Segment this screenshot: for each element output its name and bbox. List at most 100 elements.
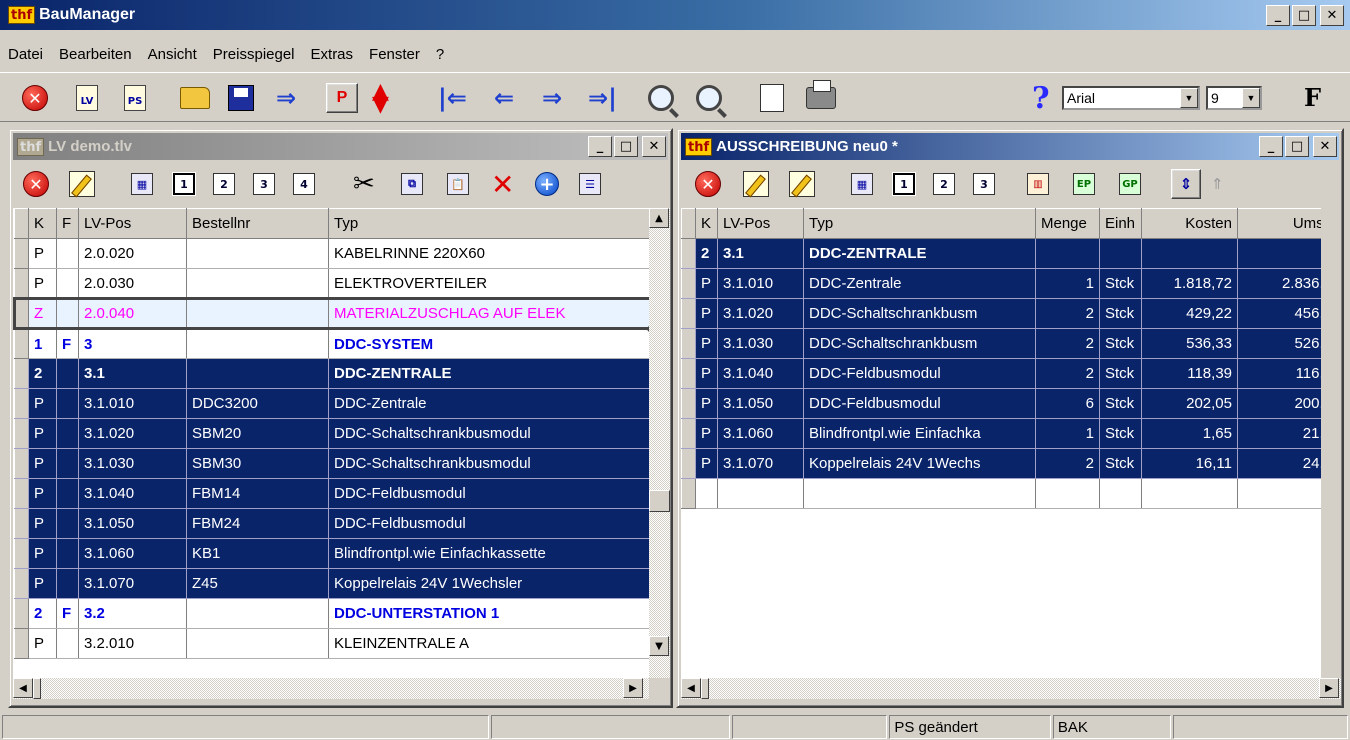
as-cell-umsatz[interactable]: 526,8 xyxy=(1237,328,1321,359)
edit-all-button[interactable] xyxy=(789,169,815,199)
as-row[interactable]: P 3.1.070 Koppelrelais 24V 1Wechs 2 Stck 16,1… xyxy=(681,448,1321,479)
lv-cell-best[interactable]: KB1 xyxy=(186,538,329,569)
lv-cell-k[interactable]: P xyxy=(28,508,57,539)
as-row[interactable]: P3.1.010DDC-Zentrale1Stck1.818,722.836,4 xyxy=(681,268,1321,299)
row-selector[interactable] xyxy=(681,418,696,449)
column-header-bestellnr[interactable]: Bestellnr xyxy=(186,208,329,239)
lv-cell-k[interactable]: 2 xyxy=(28,358,57,389)
expand-button[interactable]: ⇕ xyxy=(1171,169,1201,199)
help-button[interactable]: ? xyxy=(1032,81,1050,116)
lv-row[interactable]: P 2.0.020 KABELRINNE 220X60 xyxy=(14,238,649,269)
lv-cell-f[interactable] xyxy=(56,298,79,329)
lv-cell-pos[interactable]: 3.1.040 xyxy=(78,478,187,509)
column-header-f[interactable]: F xyxy=(56,208,79,239)
lv-cell-k[interactable]: 1 xyxy=(28,328,57,359)
lv-cell-pos[interactable]: 3 xyxy=(78,328,187,359)
as-cell-pos[interactable]: 3.1.040 xyxy=(717,358,804,389)
lv-cell-pos[interactable]: 3.1.070 xyxy=(78,568,187,599)
minimize-button[interactable]: _ xyxy=(1259,136,1283,157)
column-header-k[interactable]: K xyxy=(695,208,718,239)
lv-cell-typ[interactable]: DDC-SYSTEM xyxy=(328,328,649,359)
as-cell-umsatz[interactable]: 21,7 xyxy=(1237,418,1321,449)
as-cell-typ[interactable]: DDC-Schaltschrankbusm xyxy=(803,298,1036,329)
as-row[interactable]: P 3.1.030 DDC-Schaltschrankbusm 2 Stck 536,33… xyxy=(681,328,1321,359)
close-button[interactable]: ✕ xyxy=(1313,136,1337,157)
cut-button[interactable]: ✂ xyxy=(353,169,375,199)
search-next-button[interactable] xyxy=(696,83,722,113)
as-cell-pos[interactable]: 3.1 xyxy=(717,238,804,269)
lv-cell-best[interactable]: SBM20 xyxy=(186,418,329,449)
scroll-left-icon[interactable]: ◀ xyxy=(681,678,701,698)
row-selector[interactable] xyxy=(14,448,29,479)
as-cell-typ[interactable] xyxy=(803,478,1036,509)
lv-cell-best[interactable] xyxy=(186,628,329,659)
p-toggle-button[interactable]: P xyxy=(326,83,358,113)
as-cell-typ[interactable]: DDC-Schaltschrankbusm xyxy=(803,328,1036,359)
lv-row[interactable]: P 3.1.030 SBM30 DDC-Schaltschrankbusmodul xyxy=(14,448,649,479)
lv-cell-pos[interactable]: 2.0.040 xyxy=(78,298,187,329)
lv-cell-pos[interactable]: 3.1.010 xyxy=(78,388,187,419)
lv-row[interactable]: P 3.1.070 Z45 Koppelrelais 24V 1Wechsler xyxy=(14,568,649,599)
as-cell-umsatz[interactable] xyxy=(1237,238,1321,269)
copy-button[interactable]: ⧉ xyxy=(401,169,423,199)
maximize-button[interactable]: □ xyxy=(1292,5,1316,26)
delete-button[interactable]: ✕ xyxy=(491,168,514,201)
as-cell-typ[interactable]: DDC-ZENTRALE xyxy=(803,238,1036,269)
as-cell-typ[interactable]: DDC-Feldbusmodul xyxy=(803,388,1036,419)
as-cell-k[interactable]: 2 xyxy=(695,238,718,269)
ausschreibung-hscroll-thumb[interactable] xyxy=(701,678,709,699)
scroll-right-icon[interactable]: ▶ xyxy=(1319,678,1339,698)
ep-button[interactable]: EP xyxy=(1073,169,1095,199)
as-cell-pos[interactable]: 3.1.030 xyxy=(717,328,804,359)
lv-cell-best[interactable] xyxy=(186,598,329,629)
as-cell-pos[interactable]: 3.1.020 xyxy=(717,298,804,329)
chevron-down-icon[interactable]: ▼ xyxy=(1242,88,1260,108)
row-selector[interactable] xyxy=(681,478,696,509)
as-cell-kosten[interactable]: 1.818,72 xyxy=(1141,268,1238,299)
lv-cell-typ[interactable]: Koppelrelais 24V 1Wechsler xyxy=(328,568,649,599)
lv-row[interactable]: P 3.1.050 FBM24 DDC-Feldbusmodul xyxy=(14,508,649,539)
as-row[interactable]: 2 3.1 DDC-ZENTRALE xyxy=(681,238,1321,269)
row-selector[interactable] xyxy=(681,448,696,479)
row-selector[interactable] xyxy=(14,508,29,539)
lv-cell-best[interactable]: FBM14 xyxy=(186,478,329,509)
minimize-button[interactable]: _ xyxy=(588,136,612,157)
as-cell-menge[interactable]: 1 xyxy=(1035,268,1100,299)
lv-row[interactable]: P 3.1.020 SBM20 DDC-Schaltschrankbusmodul xyxy=(14,418,649,449)
lv-cell-pos[interactable]: 2.0.020 xyxy=(78,238,187,269)
lv-cell-typ[interactable]: DDC-Schaltschrankbusmodul xyxy=(328,418,649,449)
lv-cell-k[interactable]: P xyxy=(28,448,57,479)
as-row[interactable]: P3.1.040DDC-Feldbusmodul2Stck118,39116,6 xyxy=(681,358,1321,389)
row-selector[interactable] xyxy=(14,328,29,359)
close-button[interactable]: ✕ xyxy=(642,136,666,157)
menu-help[interactable]: ? xyxy=(434,46,446,63)
maximize-button[interactable]: □ xyxy=(614,136,638,157)
collapse-button[interactable]: ⇑ xyxy=(1211,169,1224,199)
as-cell-menge[interactable]: 6 xyxy=(1035,388,1100,419)
cancel-button[interactable]: ✕ xyxy=(23,169,49,199)
row-selector[interactable] xyxy=(14,388,29,419)
add-button[interactable]: + xyxy=(535,169,559,199)
row-selector[interactable] xyxy=(681,358,696,389)
lv-horizontal-scrollbar[interactable]: ◀ ▶ xyxy=(13,678,649,699)
paste-button[interactable]: 📋 xyxy=(447,169,469,199)
search-button[interactable] xyxy=(648,83,674,113)
lv-row[interactable]: P 3.1.010 DDC3200 DDC-Zentrale xyxy=(14,388,649,419)
forward-arrow-button[interactable]: ⇒ xyxy=(276,83,296,113)
row-selector[interactable] xyxy=(681,388,696,419)
row-selector[interactable] xyxy=(681,238,696,269)
as-cell-umsatz[interactable]: 2.836,4 xyxy=(1237,268,1321,299)
lv-cell-k[interactable]: Z xyxy=(28,298,57,329)
level-3-button[interactable]: 3 xyxy=(973,169,995,199)
maximize-button[interactable]: □ xyxy=(1285,136,1309,157)
grid-view-button[interactable]: ▦ xyxy=(131,169,153,199)
minimize-button[interactable]: _ xyxy=(1266,5,1290,26)
column-header-umsatz[interactable]: Umsa xyxy=(1237,208,1321,239)
lv-button[interactable]: LV xyxy=(76,83,98,113)
as-cell-typ[interactable]: Koppelrelais 24V 1Wechs xyxy=(803,448,1036,479)
row-selector[interactable] xyxy=(14,628,29,659)
lv-cell-typ[interactable]: DDC-Feldbusmodul xyxy=(328,478,649,509)
lv-cell-k[interactable]: P xyxy=(28,538,57,569)
level-2-button[interactable]: 2 xyxy=(213,169,235,199)
lv-cell-k[interactable]: P xyxy=(28,238,57,269)
